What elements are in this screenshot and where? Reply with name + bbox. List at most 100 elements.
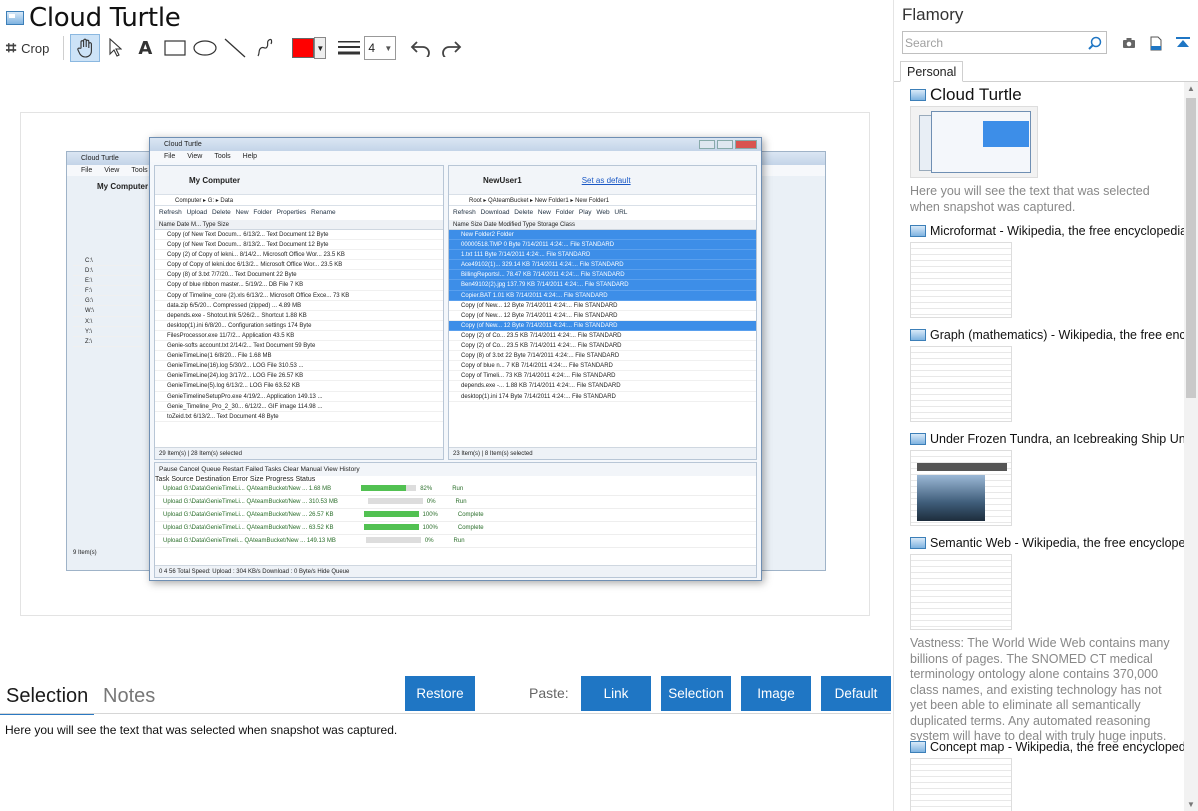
snapshot-titlebar: Cloud Turtle xyxy=(150,138,761,151)
camera-icon[interactable] xyxy=(1118,34,1140,52)
snapshot-queue-list: Upload G:\Data\GenieTimeLi... QAteamBuck… xyxy=(155,483,756,548)
document-icon[interactable] xyxy=(1145,34,1167,52)
snapshot-thumbnail[interactable] xyxy=(910,450,1012,526)
scrollbar-thumb[interactable] xyxy=(1186,98,1196,398)
toolbar-divider xyxy=(63,36,65,60)
line-icon xyxy=(224,38,246,58)
crop-button[interactable]: ⌗ Crop xyxy=(6,34,57,62)
select-tool-button[interactable] xyxy=(100,34,130,62)
paste-link-button[interactable]: Link xyxy=(581,676,651,711)
snapshot-back-menu-item: Tools xyxy=(131,167,148,174)
snapshot-document-icon xyxy=(6,11,24,25)
ellipse-icon xyxy=(193,40,217,56)
redo-icon xyxy=(442,41,462,57)
snapshot-bucket-file-row: New Folder2 Folder xyxy=(449,230,756,241)
snapshot-window-title: Cloud Turtle xyxy=(164,141,202,148)
snapshot-local-file-row: data.zip 6/5/20... Compressed (zipped) .… xyxy=(155,301,443,311)
redo-button[interactable] xyxy=(436,34,466,62)
snapshot-list-item[interactable]: Under Frozen Tundra, an Icebreaking Ship… xyxy=(910,430,1184,526)
snapshot-thumbnail[interactable] xyxy=(910,346,1012,422)
line-tool-button[interactable] xyxy=(220,34,250,62)
snapshot-item-title: Under Frozen Tundra, an Icebreaking Ship… xyxy=(930,432,1184,446)
snapshot-bucket-file-row: 00000518.TMP 0 Byte 7/14/2011 4:24:... F… xyxy=(449,240,756,251)
snapshot-drive-row: G:\ xyxy=(73,296,143,307)
snapshot-thumbnail[interactable] xyxy=(910,106,1038,178)
snapshot-local-file-row: Copy of blue ribbon master... 5/19/2... … xyxy=(155,280,443,291)
tabs-divider xyxy=(0,713,891,714)
undo-button[interactable] xyxy=(406,34,436,62)
snapshot-queue-progress xyxy=(365,537,421,544)
snapshot-drive-row: Y:\ xyxy=(73,327,143,337)
snapshot-thumbnail[interactable] xyxy=(910,758,1012,811)
crop-icon: ⌗ xyxy=(6,37,17,58)
chevron-down-icon: ▼ xyxy=(384,43,393,53)
paste-selection-button[interactable]: Selection xyxy=(661,676,731,711)
snapshot-item-icon xyxy=(910,225,926,237)
snapshot-canvas[interactable]: Cloud Turtle File View Tools My Computer C… xyxy=(20,112,870,616)
snapshot-list-item[interactable]: Microformat - Wikipedia, the free encycl… xyxy=(910,222,1184,318)
snapshot-thumbnail[interactable] xyxy=(910,242,1012,318)
snapshot-list-scrollbar[interactable]: ▲ ▼ xyxy=(1184,82,1198,811)
snapshot-drive-row: Z:\ xyxy=(73,337,143,347)
snapshot-bucket-file-row: Copy of Timeli... 73 KB 7/14/2011 4:24:.… xyxy=(449,371,756,382)
snapshot-queue-row: Upload G:\Data\GenieTimeLi... QAteamBuck… xyxy=(155,496,756,509)
snapshot-local-file-list: Copy (of New Text Docum... 6/13/2... Tex… xyxy=(155,230,443,422)
restore-button[interactable]: Restore xyxy=(405,676,475,711)
snapshot-list-item[interactable]: Concept map - Wikipedia, the free encycl… xyxy=(910,738,1184,811)
snapshot-transfer-queue: Pause Cancel Queue Restart Failed Tasks … xyxy=(154,462,757,578)
tab-notes[interactable]: Notes xyxy=(97,680,161,714)
paste-default-button[interactable]: Default xyxy=(821,676,891,711)
scroll-down-icon[interactable]: ▼ xyxy=(1187,800,1195,809)
snapshot-menu-item: File xyxy=(164,153,176,160)
snapshot-queue-status: Run xyxy=(452,486,464,492)
snapshot-bucket-actions: Refresh Download Delete New Folder Play … xyxy=(453,209,628,216)
snapshot-local-file-row: Copy (of New Text Docum... 6/13/2... Tex… xyxy=(155,230,443,241)
scroll-up-icon[interactable]: ▲ xyxy=(1187,84,1195,93)
flamory-title: Flamory xyxy=(902,5,964,24)
tab-selection[interactable]: Selection xyxy=(0,680,95,715)
snapshot-local-file-row: FilesProcessor.exe 11/7/2... Application… xyxy=(155,331,443,342)
snapshot-queue-progress xyxy=(363,524,419,531)
snapshot-item-header: Cloud Turtle xyxy=(910,86,1184,104)
paste-label: Paste: xyxy=(529,685,569,701)
color-picker[interactable]: ▼ xyxy=(292,37,327,59)
paste-image-button[interactable]: Image xyxy=(741,676,811,711)
line-width-select[interactable]: 4 ▼ xyxy=(364,36,397,60)
snapshot-local-file-row: depends.exe - Shotcut.lnk 5/26/2... Shor… xyxy=(155,311,443,321)
collapse-up-icon[interactable] xyxy=(1172,34,1194,52)
color-swatch xyxy=(292,38,315,58)
rectangle-tool-button[interactable] xyxy=(160,34,190,62)
snapshot-list-item[interactable]: Semantic Web - Wikipedia, the free encyc… xyxy=(910,534,1184,745)
snapshot-list-item[interactable]: Graph (mathematics) - Wikipedia, the fre… xyxy=(910,326,1184,422)
snapshot-local-file-row: GenieTimeLine(1 6/8/20... File 1.68 MB xyxy=(155,351,443,362)
snapshot-local-file-row: GenieTimelineSetupPro.exe 4/19/2... Appl… xyxy=(155,392,443,402)
snapshot-queue-row: Upload G:\Data\GenieTimeLi... QAteamBuck… xyxy=(155,522,756,535)
text-tool-button[interactable]: A xyxy=(130,34,160,62)
snapshot-thumbnail[interactable] xyxy=(910,554,1012,630)
search-input[interactable]: Search xyxy=(902,31,1107,54)
snapshot-bucket-status: 23 Item(s) | 8 Item(s) selected xyxy=(449,447,756,459)
snapshot-window-buttons xyxy=(699,140,757,149)
snapshot-drive-row: F:\ xyxy=(73,286,143,297)
snapshot-item-title: Cloud Turtle xyxy=(930,86,1022,104)
snapshot-local-file-row: Genie_Timeline_Pro_2_30... 6/12/2... GIF… xyxy=(155,402,443,412)
hand-tool-button[interactable] xyxy=(70,34,101,62)
search-icon[interactable] xyxy=(1084,36,1106,50)
ellipse-tool-button[interactable] xyxy=(190,34,220,62)
flamory-sidebar: Flamory Search Personal Cloud Turtle Here… xyxy=(893,0,1198,811)
freehand-tool-button[interactable] xyxy=(250,34,280,62)
document-title: Cloud Turtle xyxy=(29,3,181,33)
line-width-picker[interactable]: 4 ▼ xyxy=(338,36,397,60)
tab-personal[interactable]: Personal xyxy=(900,61,964,82)
snapshot-bucket-file-row: Copy (of New... 12 Byte 7/14/2011 4:24:.… xyxy=(449,301,756,311)
snapshot-list-item[interactable]: Cloud Turtle Here you will see the text t… xyxy=(910,86,1184,215)
snapshot-item-header: Semantic Web - Wikipedia, the free encyc… xyxy=(910,534,1184,552)
snapshot-bucket-file-row: Copy (2) of Co... 23.5 KB 7/14/2011 4:24… xyxy=(449,331,756,342)
snapshot-item-header: Graph (mathematics) - Wikipedia, the fre… xyxy=(910,326,1184,344)
snapshot-bucket-file-row: BillingReportsI... 78.47 KB 7/14/2011 4:… xyxy=(449,270,756,281)
snapshot-local-file-row: Copy of Copy of lekni.doc 6/13/2... Micr… xyxy=(155,260,443,271)
snapshot-queue-columns: Task Source Destination Error Size Progr… xyxy=(155,476,316,483)
snapshot-menu-item: View xyxy=(187,153,203,160)
snapshot-item-icon xyxy=(910,741,926,753)
selection-text[interactable]: Here you will see the text that was sele… xyxy=(5,723,397,737)
